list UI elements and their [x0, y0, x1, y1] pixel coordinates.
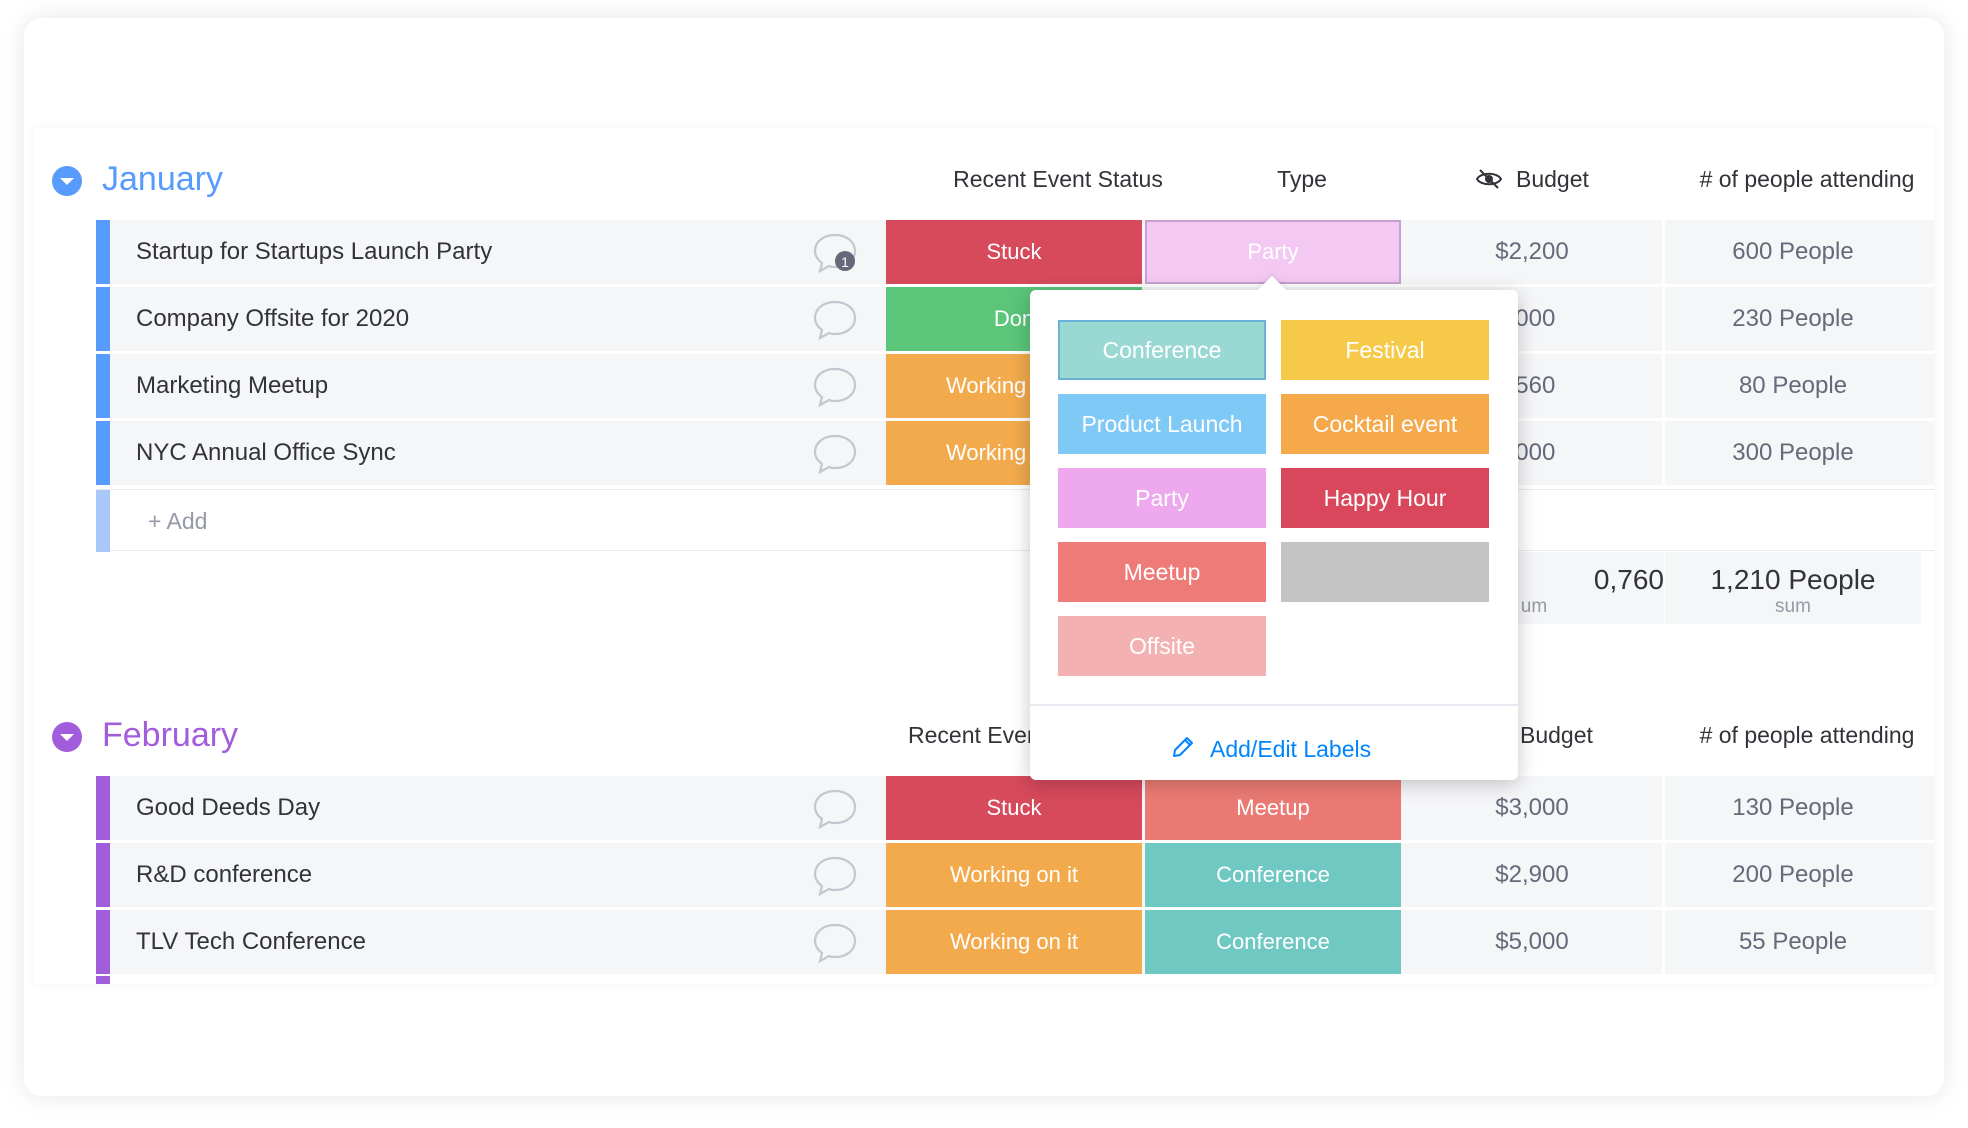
- table-row[interactable]: Marketing Meetup Working ,560 80 People: [96, 354, 1934, 418]
- group-color-stripe: [96, 421, 110, 485]
- people-cell[interactable]: 230 People: [1665, 287, 1921, 351]
- type-label-picker: Conference Festival Product Launch Cockt…: [1030, 275, 1518, 780]
- table-row[interactable]: Startup for Startups Launch Party 1 Stuc…: [96, 220, 1934, 284]
- budget-cell[interactable]: $2,200: [1404, 220, 1660, 284]
- item-name[interactable]: NYC Annual Office Sync: [136, 439, 396, 467]
- group-color-stripe: [96, 220, 110, 284]
- column-header-people[interactable]: # of people attending: [1672, 166, 1942, 193]
- table-row[interactable]: Company Offsite for 2020 Don ,000 230 Pe…: [96, 287, 1934, 351]
- budget-cell[interactable]: $3,000: [1404, 776, 1660, 840]
- pencil-icon: [1170, 734, 1196, 766]
- label-option-conference[interactable]: Conference: [1058, 320, 1266, 380]
- type-cell-selected[interactable]: Party: [1145, 220, 1401, 284]
- add-item-row[interactable]: + Add: [96, 489, 1934, 552]
- column-header-people[interactable]: # of people attending: [1672, 722, 1942, 749]
- people-cell[interactable]: 300 People: [1665, 421, 1921, 485]
- updates-bubble-icon[interactable]: [812, 788, 858, 830]
- column-header-budget[interactable]: Budget: [1520, 722, 1620, 749]
- label-option-cocktail-event[interactable]: Cocktail event: [1281, 394, 1489, 454]
- collapse-group-icon[interactable]: [52, 722, 82, 752]
- column-header-type[interactable]: Type: [1172, 166, 1432, 193]
- item-name[interactable]: Good Deeds Day: [136, 794, 320, 822]
- updates-bubble-icon[interactable]: [812, 433, 858, 475]
- label-option-party[interactable]: Party: [1058, 468, 1266, 528]
- item-name[interactable]: Startup for Startups Launch Party: [136, 238, 492, 266]
- updates-bubble-icon[interactable]: [812, 299, 858, 341]
- group-color-stripe: [96, 843, 110, 907]
- people-cell[interactable]: 200 People: [1665, 843, 1921, 907]
- column-header-budget[interactable]: Budget: [1516, 166, 1616, 193]
- table-row[interactable]: Good Deeds Day Stuck Meetup $3,000 130 P…: [96, 776, 1934, 840]
- people-cell[interactable]: 80 People: [1665, 354, 1921, 418]
- item-name[interactable]: Marketing Meetup: [136, 372, 328, 400]
- updates-bubble-icon[interactable]: [812, 366, 858, 408]
- table-row[interactable]: R&D conference Working on it Conference …: [96, 843, 1934, 907]
- label-option-festival[interactable]: Festival: [1281, 320, 1489, 380]
- people-cell[interactable]: 130 People: [1665, 776, 1921, 840]
- group-header-january: January Recent Event Status Type Budget …: [52, 156, 1922, 206]
- table-row[interactable]: TLV Tech Conference Working on it Confer…: [96, 910, 1934, 974]
- people-sum-label: sum: [1775, 596, 1811, 617]
- group-color-stripe: [96, 354, 110, 418]
- item-name[interactable]: TLV Tech Conference: [136, 928, 366, 956]
- group-color-stripe: [96, 490, 110, 552]
- label-option-happy-hour[interactable]: Happy Hour: [1281, 468, 1489, 528]
- label-option-meetup[interactable]: Meetup: [1058, 542, 1266, 602]
- status-cell[interactable]: Stuck: [886, 220, 1142, 284]
- people-sum: 1,210 People sum: [1665, 552, 1921, 624]
- type-cell[interactable]: Conference: [1145, 843, 1401, 907]
- updates-bubble-icon[interactable]: [812, 922, 858, 964]
- group-title-february[interactable]: February: [102, 716, 238, 755]
- label-option-empty[interactable]: [1281, 542, 1489, 602]
- group-color-stripe: [96, 976, 110, 984]
- updates-bubble-icon[interactable]: 1: [812, 232, 858, 274]
- popup-divider: [1030, 704, 1518, 706]
- status-cell[interactable]: Working on it: [886, 843, 1142, 907]
- budget-cell[interactable]: $2,900: [1404, 843, 1660, 907]
- collapse-group-icon[interactable]: [52, 166, 82, 196]
- updates-bubble-icon[interactable]: [812, 855, 858, 897]
- people-cell[interactable]: 55 People: [1665, 910, 1921, 974]
- updates-count: 1: [841, 254, 849, 270]
- label-option-offsite[interactable]: Offsite: [1058, 616, 1266, 676]
- column-header-status[interactable]: Recent Event Status: [908, 166, 1208, 193]
- label-option-product-launch[interactable]: Product Launch: [1058, 394, 1266, 454]
- group-header-february: February Recent Even Budget # of people …: [52, 712, 1922, 762]
- status-cell[interactable]: Working on it: [886, 910, 1142, 974]
- add-edit-labels-text[interactable]: Add/Edit Labels: [1210, 736, 1371, 763]
- table-row[interactable]: NYC Annual Office Sync Working ,000 300 …: [96, 421, 1934, 485]
- group-title-january[interactable]: January: [102, 160, 223, 199]
- eye-icon[interactable]: [1475, 168, 1503, 195]
- people-cell[interactable]: 600 People: [1665, 220, 1921, 284]
- type-cell[interactable]: Meetup: [1145, 776, 1401, 840]
- status-cell[interactable]: Stuck: [886, 776, 1142, 840]
- add-item-input[interactable]: + Add: [148, 508, 207, 535]
- item-name[interactable]: Company Offsite for 2020: [136, 305, 409, 333]
- type-cell[interactable]: Conference: [1145, 910, 1401, 974]
- item-name[interactable]: R&D conference: [136, 861, 312, 889]
- group-color-stripe: [96, 910, 110, 974]
- people-sum-value: 1,210 People: [1710, 564, 1876, 595]
- group-color-stripe: [96, 776, 110, 840]
- budget-cell[interactable]: $5,000: [1404, 910, 1660, 974]
- group-color-stripe: [96, 287, 110, 351]
